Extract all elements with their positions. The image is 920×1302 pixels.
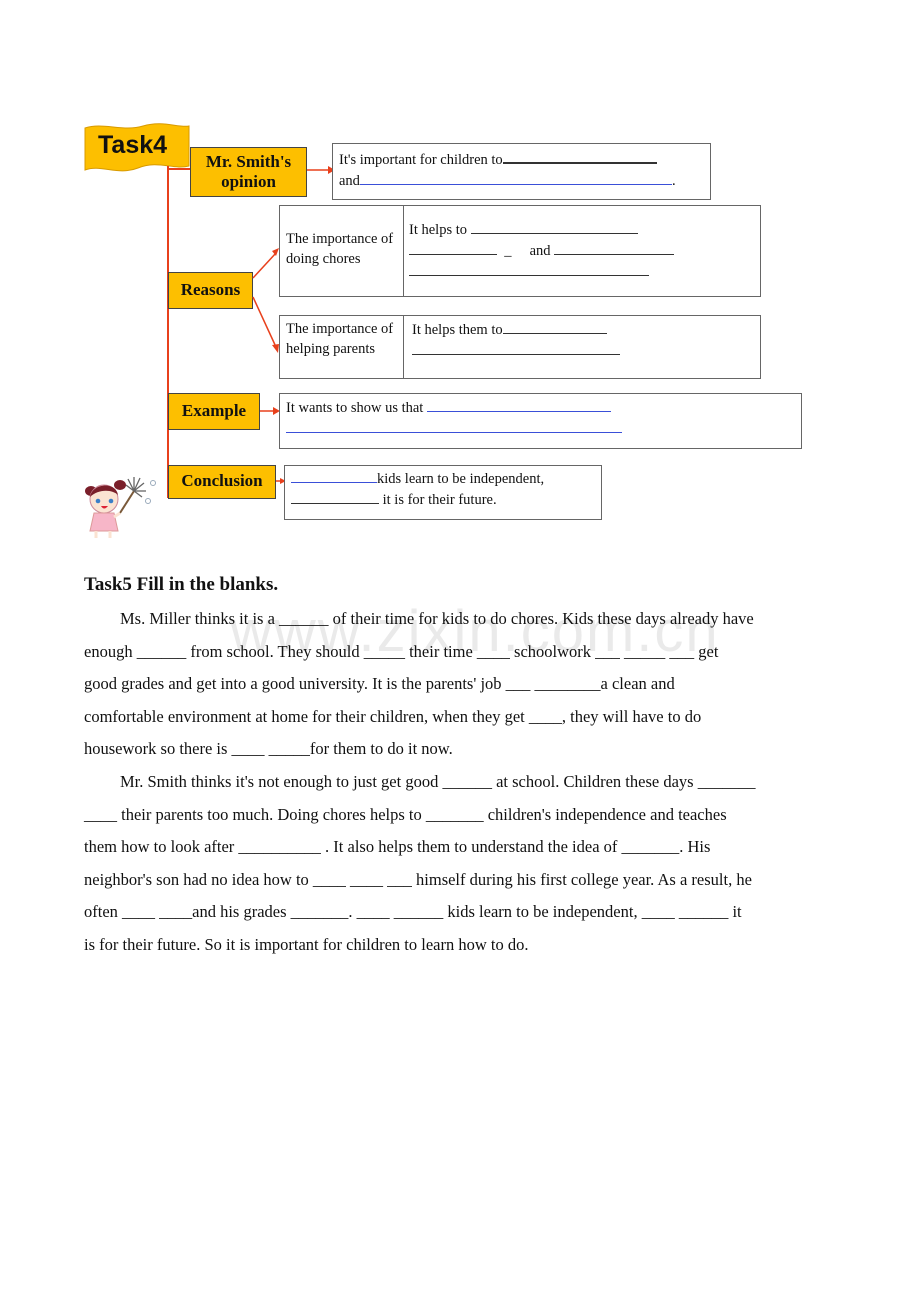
paragraph2-line: Mr. Smith thinks it's not enough to just… bbox=[120, 772, 756, 791]
reason1-blank-4[interactable] bbox=[409, 261, 649, 276]
arrow-opinion bbox=[307, 166, 335, 174]
opinion-blank-2[interactable] bbox=[359, 170, 672, 185]
reasons-label: Reasons bbox=[168, 272, 253, 309]
example-label: Example bbox=[168, 393, 260, 430]
paragraph2-line: is for their future. So it is important … bbox=[84, 934, 529, 954]
paragraph1-line: good grades and get into a good universi… bbox=[84, 674, 675, 693]
task5-paragraph-1: Ms. Miller thinks it is a ______ of thei… bbox=[84, 603, 844, 766]
reason2-box: The importance of helping parents It hel… bbox=[279, 315, 761, 379]
conclusion-label: Conclusion bbox=[168, 465, 276, 499]
paragraph2-line: them how to look after __________ . It a… bbox=[84, 837, 711, 856]
paragraph2-line: neighbor's son had no idea how to ____ _… bbox=[84, 869, 752, 889]
paragraph2-line: ____ their parents too much. Doing chore… bbox=[84, 804, 727, 824]
reason1-divider bbox=[403, 206, 404, 296]
task4-title: Task4 bbox=[98, 131, 168, 159]
branch-line-opinion bbox=[167, 168, 191, 170]
reason1-box: The importance of doing chores It helps … bbox=[279, 205, 761, 297]
reason2-title: The importance of helping parents bbox=[286, 321, 394, 357]
reason1-title: The importance of doing chores bbox=[286, 231, 394, 267]
reason2-blank-1[interactable] bbox=[502, 319, 607, 334]
reason1-blank-3[interactable] bbox=[554, 240, 675, 255]
opinion-label: Mr. Smith's opinion bbox=[190, 147, 307, 197]
opinion-blank-1[interactable] bbox=[502, 148, 657, 164]
reason1-blank-2[interactable] bbox=[409, 240, 497, 255]
arrow-example bbox=[260, 407, 280, 415]
reason2-divider bbox=[403, 316, 404, 378]
paragraph1-line: Ms. Miller thinks it is a ______ of thei… bbox=[120, 609, 754, 628]
example-blank-2[interactable] bbox=[286, 418, 622, 433]
paragraph2-line: often ____ ____and his grades _______. _… bbox=[84, 902, 742, 921]
task5-title: Task5 Fill in the blanks. bbox=[84, 574, 279, 595]
paragraph1-line: comfortable environment at home for thei… bbox=[84, 706, 702, 726]
trunk-line bbox=[167, 166, 169, 498]
reason2-blank-2[interactable] bbox=[412, 340, 620, 355]
arrow-reasons bbox=[252, 248, 279, 353]
opinion-box: It's important for children to and. bbox=[332, 143, 711, 200]
conclusion-box: kids learn to be independent, it is for … bbox=[284, 465, 602, 520]
conclusion-blank-2[interactable] bbox=[291, 489, 379, 504]
example-box: It wants to show us that bbox=[279, 393, 802, 449]
conclusion-blank-1[interactable] bbox=[291, 468, 377, 483]
task5-paragraph-2: Mr. Smith thinks it's not enough to just… bbox=[84, 766, 844, 961]
reason1-blank-1[interactable] bbox=[470, 219, 638, 234]
example-blank-1[interactable] bbox=[426, 397, 611, 412]
paragraph1-line: enough ______ from school. They should _… bbox=[84, 641, 719, 661]
girl-with-duster-icon bbox=[85, 477, 156, 538]
paragraph1-line: housework so there is ____ _____for them… bbox=[84, 739, 453, 758]
